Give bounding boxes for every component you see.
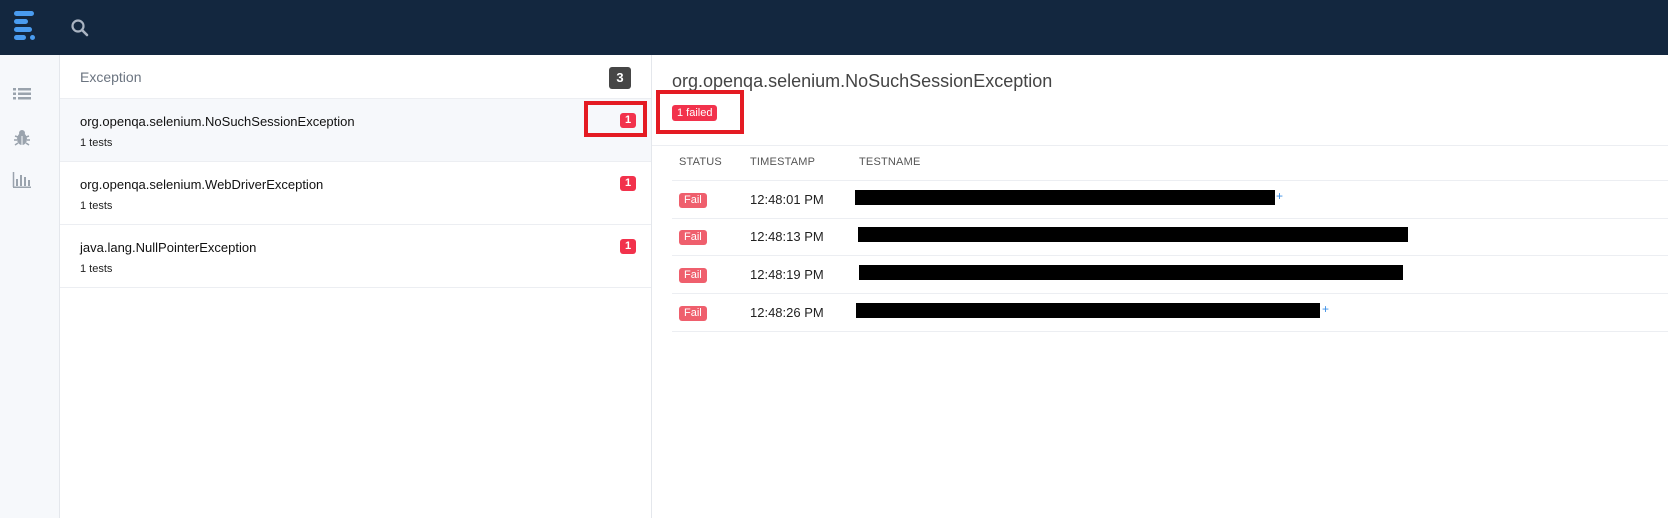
redacted-testname[interactable] bbox=[858, 227, 1408, 242]
redacted-testname[interactable] bbox=[855, 190, 1275, 205]
status-badge: Fail bbox=[679, 230, 707, 245]
top-navbar bbox=[0, 0, 1668, 55]
exception-list-item[interactable]: org.openqa.selenium.NoSuchSessionExcepti… bbox=[60, 99, 651, 162]
exception-test-count: 1 tests bbox=[80, 137, 113, 149]
exception-name: org.openqa.selenium.WebDriverException bbox=[80, 177, 324, 192]
exception-name: java.lang.NullPointerException bbox=[80, 240, 257, 255]
status-badge: Fail bbox=[679, 193, 707, 208]
highlight-box bbox=[656, 90, 744, 134]
timestamp-cell: 12:48:01 PM bbox=[750, 192, 824, 207]
exception-list-item[interactable]: java.lang.NullPointerException 1 tests 1 bbox=[60, 225, 651, 288]
plus-icon[interactable]: + bbox=[1276, 189, 1283, 203]
table-row[interactable]: Fail 12:48:13 PM bbox=[672, 218, 1668, 256]
detail-title: org.openqa.selenium.NoSuchSessionExcepti… bbox=[672, 71, 1053, 91]
timestamp-cell: 12:48:26 PM bbox=[750, 305, 824, 320]
exception-list-header: Exception 3 bbox=[60, 55, 651, 99]
exception-list-item[interactable]: org.openqa.selenium.WebDriverException 1… bbox=[60, 162, 651, 225]
bar-chart-icon[interactable] bbox=[12, 171, 32, 189]
table-row[interactable]: Fail 12:48:01 PM + bbox=[672, 180, 1668, 219]
exception-list-pane: Exception 3 org.openqa.selenium.NoSuchSe… bbox=[60, 55, 652, 518]
timestamp-cell: 12:48:19 PM bbox=[750, 267, 824, 282]
left-rail bbox=[0, 55, 60, 518]
detail-divider bbox=[652, 145, 1668, 146]
plus-icon[interactable]: + bbox=[1322, 302, 1329, 316]
search-icon[interactable] bbox=[70, 18, 90, 38]
redacted-testname[interactable] bbox=[856, 303, 1320, 318]
exception-test-count: 1 tests bbox=[80, 263, 113, 275]
column-header-timestamp: TIMESTAMP bbox=[750, 156, 816, 168]
timestamp-cell: 12:48:13 PM bbox=[750, 229, 824, 244]
exception-count-badge: 3 bbox=[609, 67, 631, 89]
redacted-testname[interactable] bbox=[859, 265, 1403, 280]
table-row[interactable]: Fail 12:48:19 PM bbox=[672, 256, 1668, 294]
highlight-box bbox=[584, 101, 647, 137]
status-badge: Fail bbox=[679, 268, 707, 283]
exception-name: org.openqa.selenium.NoSuchSessionExcepti… bbox=[80, 114, 355, 129]
exception-detail-pane: org.openqa.selenium.NoSuchSessionExcepti… bbox=[652, 55, 1668, 518]
logo-icon[interactable] bbox=[12, 10, 42, 44]
status-badge: Fail bbox=[679, 306, 707, 321]
list-icon[interactable] bbox=[12, 86, 32, 104]
table-row[interactable]: Fail 12:48:26 PM + bbox=[672, 294, 1668, 332]
exception-list-title: Exception bbox=[80, 69, 142, 85]
failed-count-badge: 1 bbox=[620, 239, 636, 254]
failed-count-badge: 1 bbox=[620, 176, 636, 191]
column-header-status: STATUS bbox=[679, 156, 722, 168]
column-header-testname: TESTNAME bbox=[859, 156, 921, 168]
exception-test-count: 1 tests bbox=[80, 200, 113, 212]
bug-icon[interactable] bbox=[12, 129, 32, 147]
